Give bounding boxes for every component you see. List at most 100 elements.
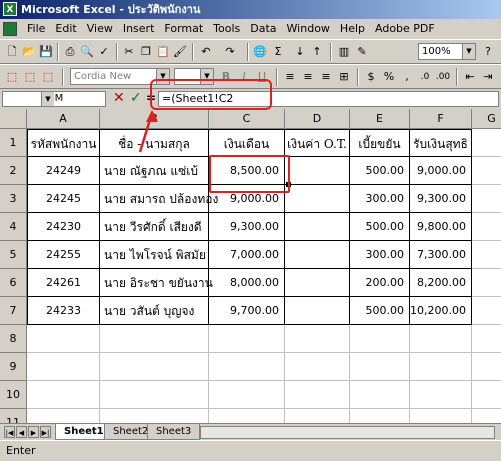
next-sheet-icon[interactable]: ▶	[28, 426, 39, 438]
table-cell[interactable]: 24230	[27, 213, 100, 241]
column-header-g[interactable]: G	[472, 109, 501, 129]
column-header-e[interactable]: E	[350, 109, 410, 129]
table-cell[interactable]: 24245	[27, 185, 100, 213]
increase-decimal-icon[interactable]: .0	[417, 69, 433, 85]
chevron-down-icon[interactable]: ▼	[462, 44, 475, 59]
row-header-4[interactable]: 4	[0, 213, 27, 241]
merge-center-icon[interactable]: ⊞	[336, 69, 352, 85]
column-header-a[interactable]: A	[27, 109, 100, 129]
menu-item-data[interactable]: Data	[245, 19, 281, 39]
sort-ascending-icon[interactable]: ↓	[292, 44, 308, 60]
chart-wizard-icon[interactable]: ▥	[336, 44, 352, 60]
table-cell[interactable]: 24249	[27, 157, 100, 185]
drawing-icon[interactable]: ✎	[354, 44, 370, 60]
table-cell[interactable]: 9,800.00	[410, 213, 472, 241]
table-cell[interactable]: 7,000.00	[209, 241, 285, 269]
table-header-cell[interactable]: รับเงินสุทธิ	[410, 129, 472, 157]
cell[interactable]	[410, 353, 472, 381]
select-all-corner[interactable]	[0, 109, 27, 129]
cell[interactable]	[350, 381, 410, 409]
undo-icon[interactable]: ↶	[198, 44, 214, 60]
table-header-cell[interactable]: เงินเดือน	[209, 129, 285, 157]
pdf-convert-icon[interactable]: ⬚	[4, 69, 20, 85]
prev-sheet-icon[interactable]: ◀	[16, 426, 27, 438]
row-header-10[interactable]: 10	[0, 381, 27, 409]
hyperlink-icon[interactable]: 🌐	[252, 44, 268, 60]
cell[interactable]	[209, 325, 285, 353]
cell[interactable]	[472, 241, 501, 269]
cell[interactable]	[209, 409, 285, 423]
sort-descending-icon[interactable]: ↑	[309, 44, 325, 60]
cell[interactable]	[472, 129, 501, 157]
table-cell[interactable]: 8,200.00	[410, 269, 472, 297]
name-box[interactable]: SUM ▼	[2, 91, 106, 107]
menu-item-file[interactable]: File	[22, 19, 50, 39]
menu-item-format[interactable]: Format	[159, 19, 208, 39]
table-cell[interactable]: 24261	[27, 269, 100, 297]
cell[interactable]	[100, 381, 209, 409]
table-cell[interactable]: 24233	[27, 297, 100, 325]
cell[interactable]	[472, 297, 501, 325]
menu-item-tools[interactable]: Tools	[208, 19, 245, 39]
format-painter-icon[interactable]: 🖌	[172, 44, 188, 60]
column-header-d[interactable]: D	[285, 109, 350, 129]
cell[interactable]	[285, 381, 350, 409]
increase-indent-icon[interactable]: ⇥	[480, 69, 496, 85]
table-cell[interactable]: 500.00	[350, 213, 410, 241]
table-cell[interactable]: นาย สมารถ ปล้องทอง	[100, 185, 218, 213]
cell[interactable]	[472, 353, 501, 381]
cell[interactable]	[209, 381, 285, 409]
copy-icon[interactable]: ❐	[138, 44, 154, 60]
row-header-9[interactable]: 9	[0, 353, 27, 381]
table-cell[interactable]: นาย วสันต์ บุญจง	[100, 297, 209, 325]
table-cell[interactable]: 9,300.00	[410, 185, 472, 213]
row-header-8[interactable]: 8	[0, 325, 27, 353]
print-preview-icon[interactable]: 🔍	[79, 44, 95, 60]
row-header-6[interactable]: 6	[0, 269, 27, 297]
menu-item-edit[interactable]: Edit	[50, 19, 81, 39]
cell[interactable]	[472, 157, 501, 185]
align-right-icon[interactable]: ≡	[318, 69, 334, 85]
table-cell[interactable]: นาย อิระชา ขยันงาน	[100, 269, 213, 297]
align-center-icon[interactable]: ≡	[300, 69, 316, 85]
cell[interactable]	[472, 409, 501, 423]
cell[interactable]	[410, 409, 472, 423]
horizontal-scrollbar[interactable]	[200, 426, 495, 439]
row-header-11[interactable]: 11	[0, 409, 27, 423]
table-cell[interactable]: 24255	[27, 241, 100, 269]
menu-item-view[interactable]: View	[82, 19, 118, 39]
cell[interactable]	[27, 325, 100, 353]
cell[interactable]	[472, 185, 501, 213]
cell[interactable]	[209, 353, 285, 381]
table-cell[interactable]: 300.00	[350, 241, 410, 269]
currency-icon[interactable]: $	[363, 69, 379, 85]
cell[interactable]	[285, 325, 350, 353]
row-header-5[interactable]: 5	[0, 241, 27, 269]
cell[interactable]	[350, 325, 410, 353]
table-cell[interactable]	[285, 269, 350, 297]
cut-icon[interactable]: ✂	[121, 44, 137, 60]
table-cell[interactable]: 500.00	[350, 157, 410, 185]
table-cell[interactable]: 200.00	[350, 269, 410, 297]
menu-item-help[interactable]: Help	[335, 19, 370, 39]
decrease-decimal-icon[interactable]: .00	[435, 69, 451, 85]
table-cell[interactable]: นาย ไพโรจน์ พิสมัย	[100, 241, 209, 269]
table-cell[interactable]: 500.00	[350, 297, 410, 325]
print-icon[interactable]: ⎙	[62, 44, 78, 60]
table-cell[interactable]	[285, 213, 350, 241]
row-header-3[interactable]: 3	[0, 185, 27, 213]
new-icon[interactable]: 🗋	[4, 44, 20, 60]
column-header-c[interactable]: C	[209, 109, 285, 129]
row-header-2[interactable]: 2	[0, 157, 27, 185]
column-header-f[interactable]: F	[410, 109, 472, 129]
comma-style-icon[interactable]: ,	[399, 69, 415, 85]
workbook-icon[interactable]	[3, 22, 17, 36]
tab-sheet3[interactable]: Sheet3	[147, 424, 201, 440]
first-sheet-icon[interactable]: |◀	[4, 426, 15, 438]
cell[interactable]	[472, 213, 501, 241]
table-cell[interactable]	[285, 185, 350, 213]
align-left-icon[interactable]: ≡	[282, 69, 298, 85]
last-sheet-icon[interactable]: ▶|	[40, 426, 51, 438]
table-cell[interactable]	[285, 157, 350, 185]
zoom-select[interactable]: 100% ▼	[418, 43, 476, 60]
